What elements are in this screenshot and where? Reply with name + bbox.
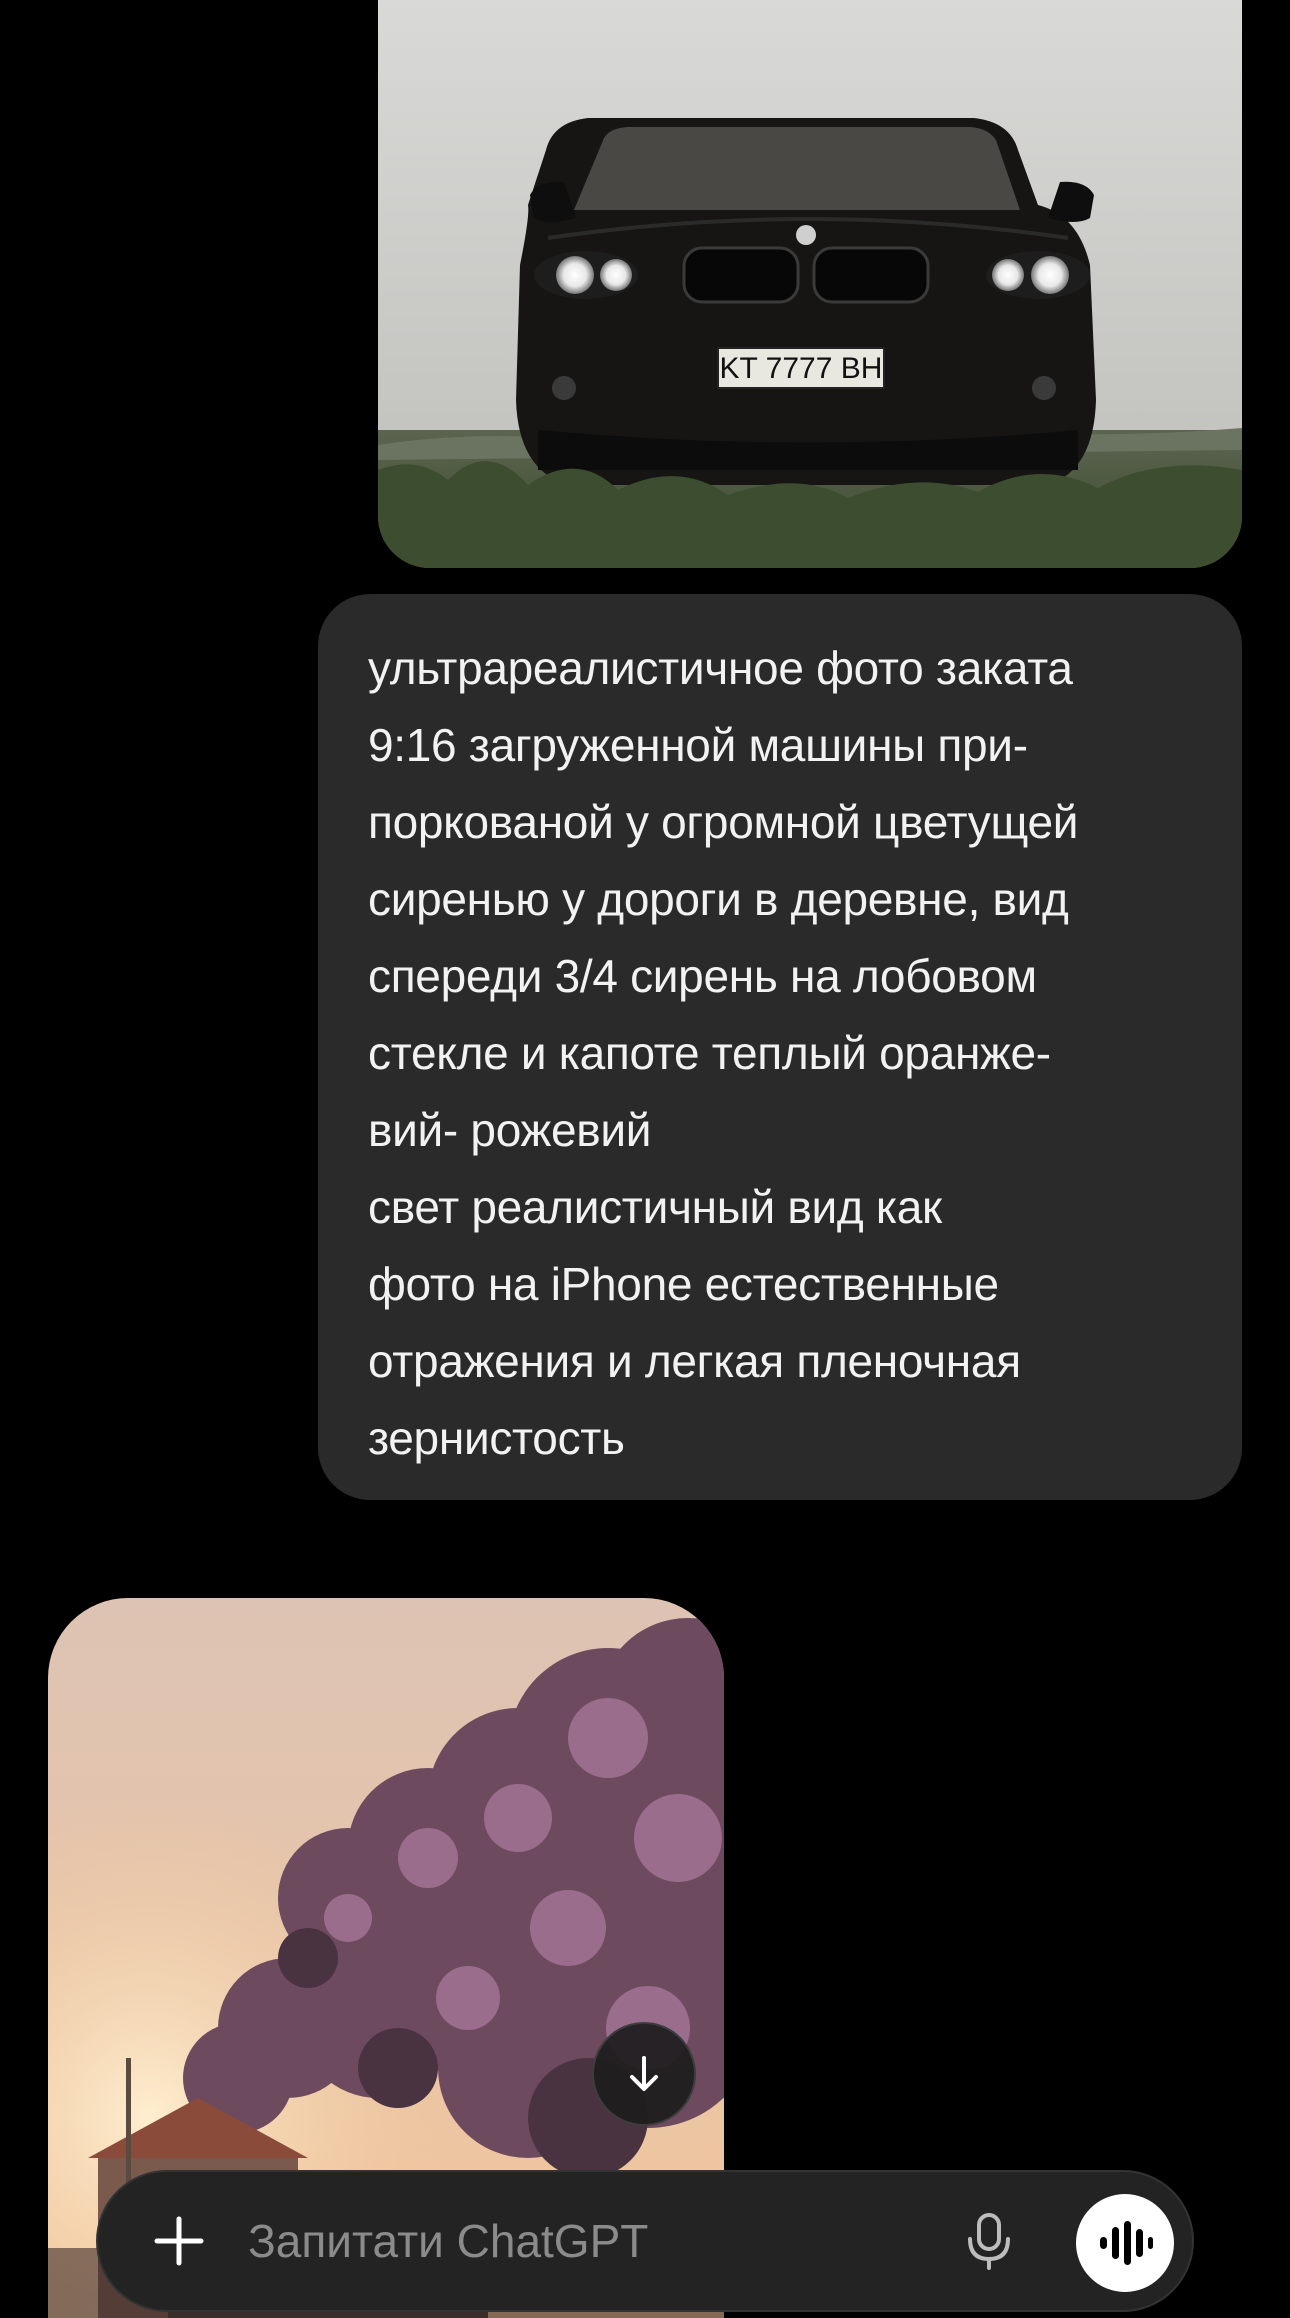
prompt-line: спереди 3/4 сирень на лобовом: [368, 950, 1037, 1002]
prompt-line: ультрареалистичное фото заката: [368, 642, 1073, 694]
license-plate-text: KT 7777 BH: [720, 352, 883, 385]
user-message-bubble: ультрареалистичное фото заката 9:16 загр…: [318, 594, 1242, 1500]
prompt-line: 9:16 загруженной машины при-: [368, 719, 1028, 771]
voice-mode-button[interactable]: [1076, 2194, 1174, 2292]
prompt-line: стекле и капоте теплый оранже-: [368, 1027, 1051, 1079]
prompt-line: вий- рожевий: [368, 1104, 652, 1156]
user-uploaded-image[interactable]: KT 7777 BH: [378, 0, 1242, 568]
attach-button[interactable]: [144, 2206, 214, 2276]
scroll-down-button[interactable]: [592, 2022, 696, 2126]
microphone-icon: [968, 2213, 1010, 2270]
message-input[interactable]: [248, 2202, 928, 2280]
prompt-line: фото на iPhone естественные: [368, 1258, 999, 1310]
car-photo-graphic: KT 7777 BH: [378, 0, 1242, 568]
prompt-line: поркованой у огромной цветущей: [368, 796, 1079, 848]
prompt-line: зернистость: [368, 1412, 625, 1464]
message-composer: [96, 2170, 1194, 2312]
plus-icon: [154, 2216, 204, 2266]
dictation-button[interactable]: [952, 2204, 1026, 2278]
prompt-line: свет реалистичный вид как: [368, 1181, 942, 1233]
prompt-line: отражения и легкая пленочная: [368, 1335, 1021, 1387]
voice-waveform-icon: [1100, 2221, 1153, 2265]
prompt-line: сиренью у дороги в деревне, вид: [368, 873, 1069, 925]
arrow-down-icon: [630, 2056, 658, 2091]
